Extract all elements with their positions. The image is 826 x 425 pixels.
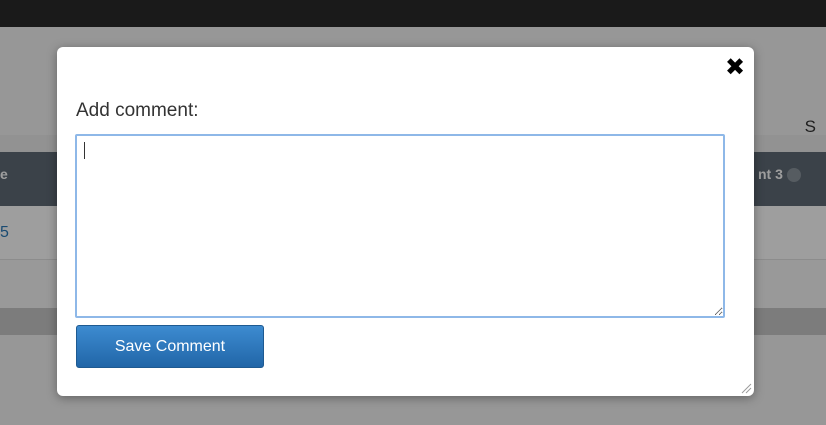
dialog-title: Add comment:: [76, 100, 199, 121]
comment-textarea[interactable]: [75, 134, 725, 318]
resize-grip-icon[interactable]: [740, 382, 752, 394]
add-comment-dialog: ✖ Add comment: Save Comment: [57, 47, 754, 396]
save-comment-button[interactable]: Save Comment: [76, 325, 264, 368]
text-caret: [84, 142, 85, 159]
close-icon[interactable]: ✖: [724, 56, 746, 80]
